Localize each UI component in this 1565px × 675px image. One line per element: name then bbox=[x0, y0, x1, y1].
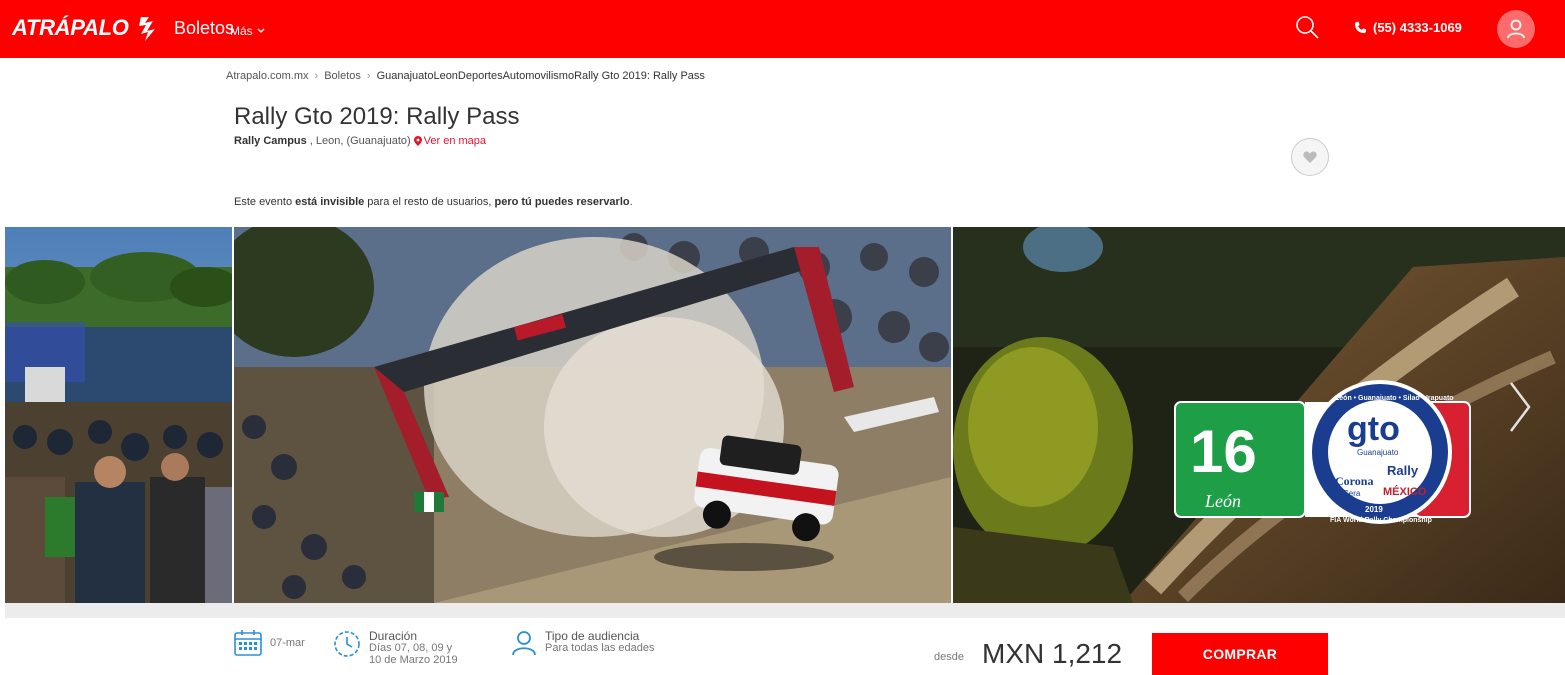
badge-rally: Rally bbox=[1387, 463, 1419, 478]
badge-sponsor-sub: Cera bbox=[1343, 489, 1361, 498]
event-duration: Duración Días 07, 08, 09 y 10 de Marzo 2… bbox=[333, 630, 465, 666]
user-account-button[interactable] bbox=[1497, 10, 1535, 48]
badge-center-sub: Guanajuato bbox=[1357, 448, 1399, 457]
user-icon bbox=[1507, 19, 1525, 39]
badge-championship: FIA World Rally Championship bbox=[1330, 517, 1432, 524]
notice-text: para el resto de usuarios, bbox=[364, 196, 495, 208]
venue-name: Rally Campus bbox=[234, 135, 307, 147]
gallery-divider bbox=[5, 603, 1565, 618]
badge-sponsor: Corona bbox=[1335, 474, 1373, 488]
duration-value: Días 07, 08, 09 y 10 de Marzo 2019 bbox=[369, 642, 458, 666]
gallery-photo-rally-car[interactable] bbox=[234, 227, 951, 603]
photo-gallery[interactable]: 16 León gto Guanajuato Rally Corona Cera… bbox=[5, 227, 1565, 603]
audience-type: Tipo de audiencia Para todas las edades bbox=[511, 630, 654, 656]
heart-icon bbox=[1303, 151, 1317, 163]
phone-icon bbox=[1354, 21, 1367, 34]
breadcrumb-item[interactable]: Atrapalo.com.mx bbox=[226, 70, 309, 82]
visibility-notice: Este evento está invisible para el resto… bbox=[234, 196, 633, 208]
price-value: MXN 1,212 bbox=[982, 638, 1123, 669]
breadcrumb-separator: › bbox=[366, 70, 371, 82]
person-icon bbox=[512, 631, 536, 656]
buy-button[interactable]: COMPRAR bbox=[1152, 633, 1328, 675]
chevron-down-icon bbox=[257, 28, 265, 33]
top-navigation-bar: ATRÁPALO Boletos Más (55) 4333-1069 bbox=[0, 0, 1565, 58]
audience-label: Tipo de audiencia bbox=[545, 629, 640, 643]
view-map-label: Ver en mapa bbox=[423, 135, 487, 147]
breadcrumb: Atrapalo.com.mx › Boletos › GuanajuatoLe… bbox=[226, 70, 705, 82]
logo-dragon-icon bbox=[138, 17, 155, 41]
nav-more-dropdown[interactable]: Más bbox=[230, 24, 265, 38]
notice-text: Este evento bbox=[234, 196, 296, 208]
phone-contact[interactable]: (55) 4333-1069 bbox=[1354, 20, 1462, 35]
audience-value: Para todas las edades bbox=[545, 642, 655, 654]
atrapalo-logo[interactable]: ATRÁPALO bbox=[12, 10, 165, 46]
event-date: 07-mar bbox=[234, 630, 305, 656]
view-map-link[interactable]: Ver en mapa bbox=[413, 135, 487, 147]
search-icon[interactable] bbox=[1294, 14, 1320, 40]
nav-boletos[interactable]: Boletos bbox=[174, 18, 234, 39]
page-title: Rally Gto 2019: Rally Pass bbox=[234, 103, 520, 130]
calendar-icon bbox=[234, 630, 262, 656]
badge-city: León bbox=[1204, 491, 1241, 511]
breadcrumb-item[interactable]: Boletos bbox=[324, 70, 361, 82]
map-pin-icon bbox=[413, 136, 422, 146]
badge-ring-text: León • Guanajuato • Silao • Irapuato bbox=[1335, 395, 1454, 402]
notice-bold: pero tú puedes reservarlo bbox=[494, 196, 630, 208]
gallery-photo-rally-logo[interactable]: 16 León gto Guanajuato Rally Corona Cera… bbox=[953, 227, 1565, 603]
duration-label: Duración bbox=[369, 629, 418, 643]
clock-icon bbox=[334, 631, 360, 657]
chevron-right-icon[interactable] bbox=[1505, 377, 1535, 437]
badge-number: 16 bbox=[1190, 418, 1257, 485]
notice-text: . bbox=[629, 196, 633, 208]
event-location: Rally Campus , Leon, (Guanajuato) Ver en… bbox=[234, 135, 486, 147]
breadcrumb-current: GuanajuatoLeonDeportesAutomovilismoRally… bbox=[376, 70, 705, 82]
event-date-value: 07-mar bbox=[270, 637, 305, 649]
badge-country: MÉXICO bbox=[1383, 485, 1427, 498]
gallery-photo-crowd[interactable] bbox=[5, 227, 232, 603]
logo-text: ATRÁPALO bbox=[12, 15, 129, 40]
badge-year: 2019 bbox=[1365, 505, 1383, 514]
price-prefix: desde bbox=[934, 651, 964, 663]
phone-number: (55) 4333-1069 bbox=[1373, 20, 1462, 35]
breadcrumb-separator: › bbox=[314, 70, 319, 82]
favorite-button[interactable] bbox=[1291, 138, 1329, 176]
location-text: , Leon, (Guanajuato) bbox=[309, 135, 411, 147]
notice-bold: está invisible bbox=[295, 196, 365, 208]
badge-center: gto bbox=[1347, 410, 1400, 448]
nav-more-label: Más bbox=[230, 24, 253, 38]
